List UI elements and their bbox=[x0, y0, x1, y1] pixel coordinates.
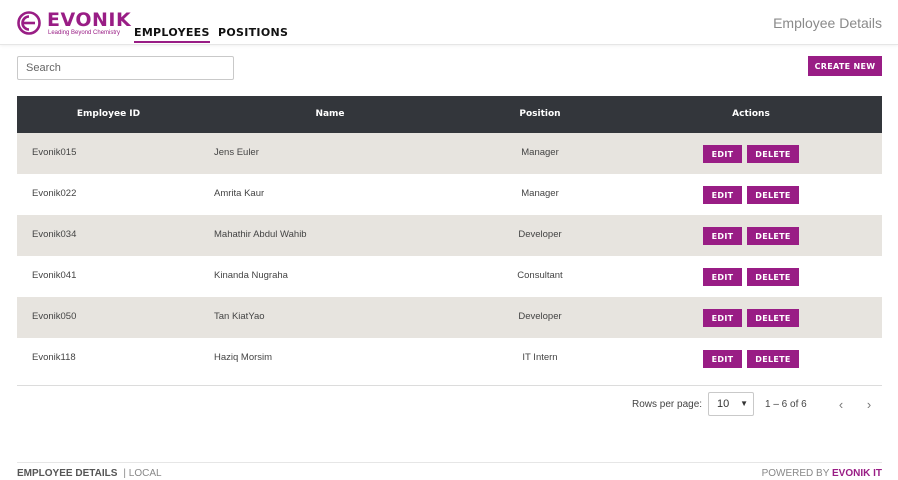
cell-name: Tan KiatYao bbox=[214, 311, 265, 322]
column-header-name[interactable]: Name bbox=[200, 96, 460, 133]
chevron-left-icon[interactable]: ‹ bbox=[834, 397, 848, 413]
search-input[interactable] bbox=[17, 56, 234, 80]
cell-employee-id: Evonik022 bbox=[32, 188, 77, 199]
table-divider bbox=[17, 385, 882, 386]
table-row: Evonik050 Tan KiatYao Developer EDIT DEL… bbox=[17, 297, 882, 338]
table-row: Evonik118 Haziq Morsim IT Intern EDIT DE… bbox=[17, 338, 882, 379]
footer-environment: | LOCAL bbox=[123, 468, 162, 479]
logo-tagline: Leading Beyond Chemistry bbox=[48, 30, 121, 36]
row-actions: EDIT DELETE bbox=[703, 186, 799, 204]
footer-app-name: EMPLOYEE DETAILS bbox=[17, 468, 118, 479]
cell-position: Manager bbox=[521, 147, 559, 158]
column-header-position[interactable]: Position bbox=[460, 96, 620, 133]
row-actions: EDIT DELETE bbox=[703, 309, 799, 327]
cell-position: Consultant bbox=[517, 270, 563, 281]
edit-button[interactable]: EDIT bbox=[703, 350, 742, 368]
delete-button[interactable]: DELETE bbox=[747, 145, 799, 163]
column-header-actions: Actions bbox=[732, 109, 770, 119]
logo-wordmark: EVONIK bbox=[47, 9, 132, 31]
rows-per-page-label: Rows per page: bbox=[632, 399, 703, 410]
evonik-logo[interactable]: EVONIK Leading Beyond Chemistry bbox=[17, 9, 131, 39]
page-title: Employee Details bbox=[773, 15, 882, 31]
app-footer: EMPLOYEE DETAILS | LOCAL POWERED BY EVONI… bbox=[17, 462, 882, 480]
cell-employee-id: Evonik118 bbox=[32, 352, 76, 363]
cell-employee-id: Evonik050 bbox=[32, 311, 77, 322]
create-new-button[interactable]: CREATE NEW bbox=[808, 56, 882, 76]
employee-table: Employee ID Name Position Actions Evonik… bbox=[17, 96, 882, 386]
cell-name: Mahathir Abdul Wahib bbox=[214, 229, 307, 240]
footer-powered-by-label: POWERED BY bbox=[761, 468, 830, 479]
rows-per-page-value: 10 bbox=[717, 398, 730, 410]
cell-employee-id: Evonik015 bbox=[32, 147, 77, 158]
edit-button[interactable]: EDIT bbox=[703, 268, 742, 286]
delete-button[interactable]: DELETE bbox=[747, 268, 799, 286]
delete-button[interactable]: DELETE bbox=[747, 227, 799, 245]
cell-employee-id: Evonik034 bbox=[32, 229, 77, 240]
footer-app-info: EMPLOYEE DETAILS | LOCAL bbox=[17, 468, 162, 479]
footer-powered-by: POWERED BY EVONIK IT bbox=[762, 468, 882, 479]
rows-per-page-select[interactable]: 10 ▼ bbox=[708, 392, 754, 416]
table-row: Evonik034 Mahathir Abdul Wahib Developer… bbox=[17, 215, 882, 256]
cell-name: Amrita Kaur bbox=[214, 188, 265, 199]
table-row: Evonik041 Kinanda Nugraha Consultant EDI… bbox=[17, 256, 882, 297]
row-actions: EDIT DELETE bbox=[703, 350, 799, 368]
edit-button[interactable]: EDIT bbox=[703, 186, 742, 204]
chevron-right-icon[interactable]: › bbox=[862, 397, 876, 413]
cell-position: Developer bbox=[518, 311, 562, 322]
edit-button[interactable]: EDIT bbox=[703, 227, 742, 245]
dropdown-caret-icon: ▼ bbox=[740, 399, 748, 408]
delete-button[interactable]: DELETE bbox=[747, 186, 799, 204]
edit-button[interactable]: EDIT bbox=[703, 309, 742, 327]
cell-name: Jens Euler bbox=[214, 147, 259, 158]
nav-tab-positions[interactable]: POSITIONS bbox=[218, 26, 288, 39]
column-header-employee-id[interactable]: Employee ID bbox=[17, 96, 200, 133]
cell-position: IT Intern bbox=[522, 352, 558, 363]
delete-button[interactable]: DELETE bbox=[747, 309, 799, 327]
row-actions: EDIT DELETE bbox=[703, 268, 799, 286]
table-row: Evonik015 Jens Euler Manager EDIT DELETE bbox=[17, 133, 882, 174]
table-row: Evonik022 Amrita Kaur Manager EDIT DELET… bbox=[17, 174, 882, 215]
evonik-logo-mark-icon bbox=[17, 11, 41, 35]
cell-position: Developer bbox=[518, 229, 562, 240]
cell-employee-id: Evonik041 bbox=[32, 270, 77, 281]
pagination-range: 1 – 6 of 6 bbox=[765, 399, 807, 410]
table-header: Employee ID Name Position Actions bbox=[17, 96, 882, 133]
nav-tab-employees[interactable]: EMPLOYEES bbox=[134, 26, 210, 43]
cell-position: Manager bbox=[521, 188, 559, 199]
app-header: EVONIK Leading Beyond Chemistry EMPLOYEE… bbox=[0, 0, 898, 45]
footer-brand[interactable]: EVONIK IT bbox=[832, 468, 882, 479]
delete-button[interactable]: DELETE bbox=[747, 350, 799, 368]
edit-button[interactable]: EDIT bbox=[703, 145, 742, 163]
row-actions: EDIT DELETE bbox=[703, 145, 799, 163]
cell-name: Haziq Morsim bbox=[214, 352, 273, 363]
cell-name: Kinanda Nugraha bbox=[214, 270, 288, 281]
row-actions: EDIT DELETE bbox=[703, 227, 799, 245]
